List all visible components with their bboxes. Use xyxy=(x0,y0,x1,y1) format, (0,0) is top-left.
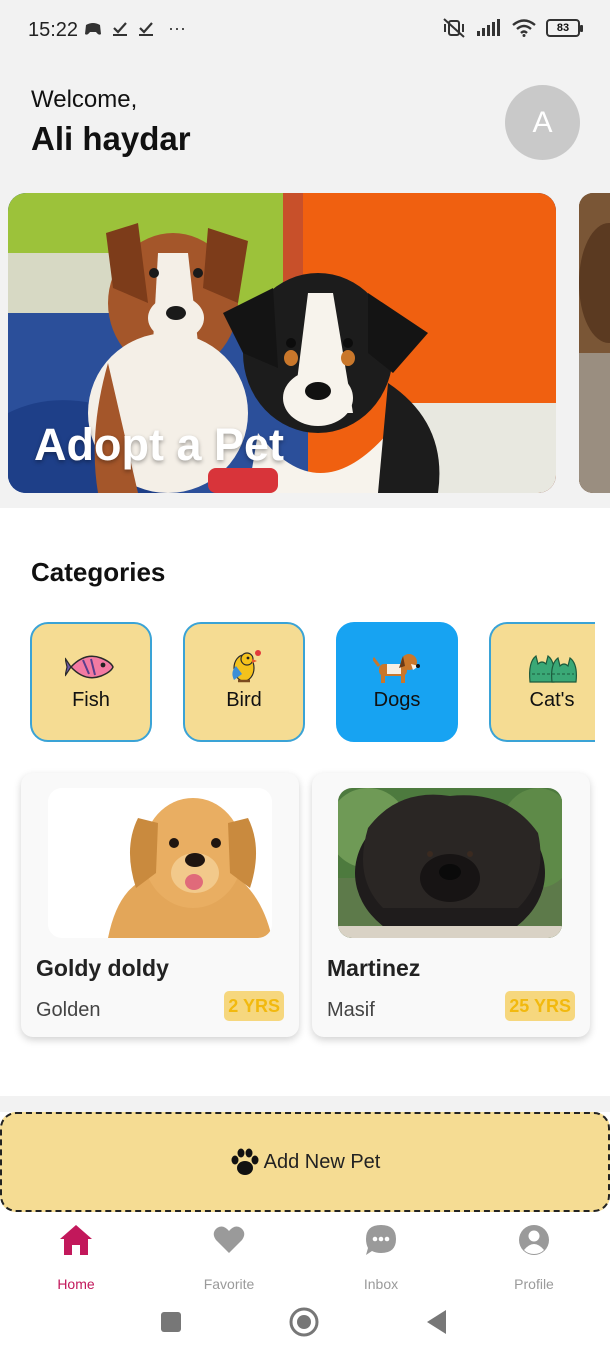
nav-inbox[interactable]: Inbox xyxy=(321,1220,441,1292)
adopt-banner[interactable]: Adopt a Pet xyxy=(8,193,556,493)
nav-label: Inbox xyxy=(363,1276,399,1292)
system-navigation-bar xyxy=(0,1292,610,1356)
heart-icon xyxy=(169,1220,289,1260)
age-badge: 2 YRS xyxy=(224,991,284,1021)
category-bird[interactable]: Bird xyxy=(183,622,305,742)
check-download-icon xyxy=(139,21,153,36)
nav-favorite[interactable]: Favorite xyxy=(169,1220,289,1292)
section-divider xyxy=(0,1096,610,1112)
bird-icon xyxy=(185,650,303,689)
avatar[interactable]: A xyxy=(505,85,580,160)
next-banner-peek[interactable] xyxy=(579,193,610,493)
user-name: Ali haydar xyxy=(31,120,191,157)
pet-photo xyxy=(48,788,272,938)
status-bar: 15:22 ··· 83 xyxy=(0,0,610,60)
category-label: Cat's xyxy=(529,689,575,711)
category-label: Fish xyxy=(72,689,110,711)
signal-icon xyxy=(477,19,500,36)
golden-retriever-image xyxy=(48,788,272,938)
banner-title: Adopt a Pet xyxy=(34,419,285,470)
pet-breed: Masif xyxy=(327,999,375,1021)
categories-title: Categories xyxy=(31,557,166,587)
pet-photo xyxy=(338,788,562,938)
category-label: Bird xyxy=(226,689,262,711)
bottom-navigation: Home Favorite Inbox Profile xyxy=(0,1212,610,1292)
category-fish[interactable]: Fish xyxy=(30,622,152,742)
pet-breed: Golden xyxy=(36,999,101,1021)
battery-icon: 83 xyxy=(546,19,583,37)
status-time: 15:22 xyxy=(28,19,79,41)
category-cats[interactable]: Cat's xyxy=(489,622,595,742)
back-icon[interactable] xyxy=(426,1309,448,1335)
wifi-icon xyxy=(512,19,536,37)
cat-icon xyxy=(491,650,610,689)
fish-icon xyxy=(32,650,150,689)
pet-card[interactable]: Martinez Masif 25 YRS xyxy=(312,773,590,1037)
welcome-text: Welcome, xyxy=(31,86,138,113)
add-new-pet-label: Add New Pet xyxy=(263,1150,381,1173)
chat-icon xyxy=(321,1220,441,1260)
nav-label: Home xyxy=(57,1276,95,1292)
pet-card[interactable]: Goldy doldy Golden 2 YRS xyxy=(21,773,299,1037)
next-banner-image xyxy=(579,193,610,493)
more-notifications-icon: ··· xyxy=(168,18,186,38)
pet-name: Goldy doldy xyxy=(36,955,169,981)
paw-icon xyxy=(231,1148,259,1175)
home-icon xyxy=(16,1220,136,1260)
vibrate-off-icon xyxy=(443,18,465,38)
recent-apps-icon[interactable] xyxy=(160,1311,182,1333)
nav-label: Favorite xyxy=(203,1276,255,1292)
game-controller-icon xyxy=(85,22,101,35)
category-dogs[interactable]: Dogs xyxy=(336,622,458,742)
profile-icon xyxy=(474,1220,594,1260)
nav-label: Profile xyxy=(514,1276,554,1292)
tibetan-mastiff-image xyxy=(338,788,562,938)
category-label: Dogs xyxy=(373,689,421,711)
add-new-pet-button[interactable]: Add New Pet xyxy=(0,1112,610,1212)
pet-name: Martinez xyxy=(327,955,421,981)
age-badge: 25 YRS xyxy=(505,991,575,1021)
nav-home[interactable]: Home xyxy=(16,1220,136,1292)
check-download-icon xyxy=(113,21,127,36)
dog-icon xyxy=(338,650,456,689)
home-button-icon[interactable] xyxy=(288,1306,320,1338)
nav-profile[interactable]: Profile xyxy=(474,1220,594,1292)
header: Welcome, Ali haydar A Adopt a Pet xyxy=(0,60,610,508)
